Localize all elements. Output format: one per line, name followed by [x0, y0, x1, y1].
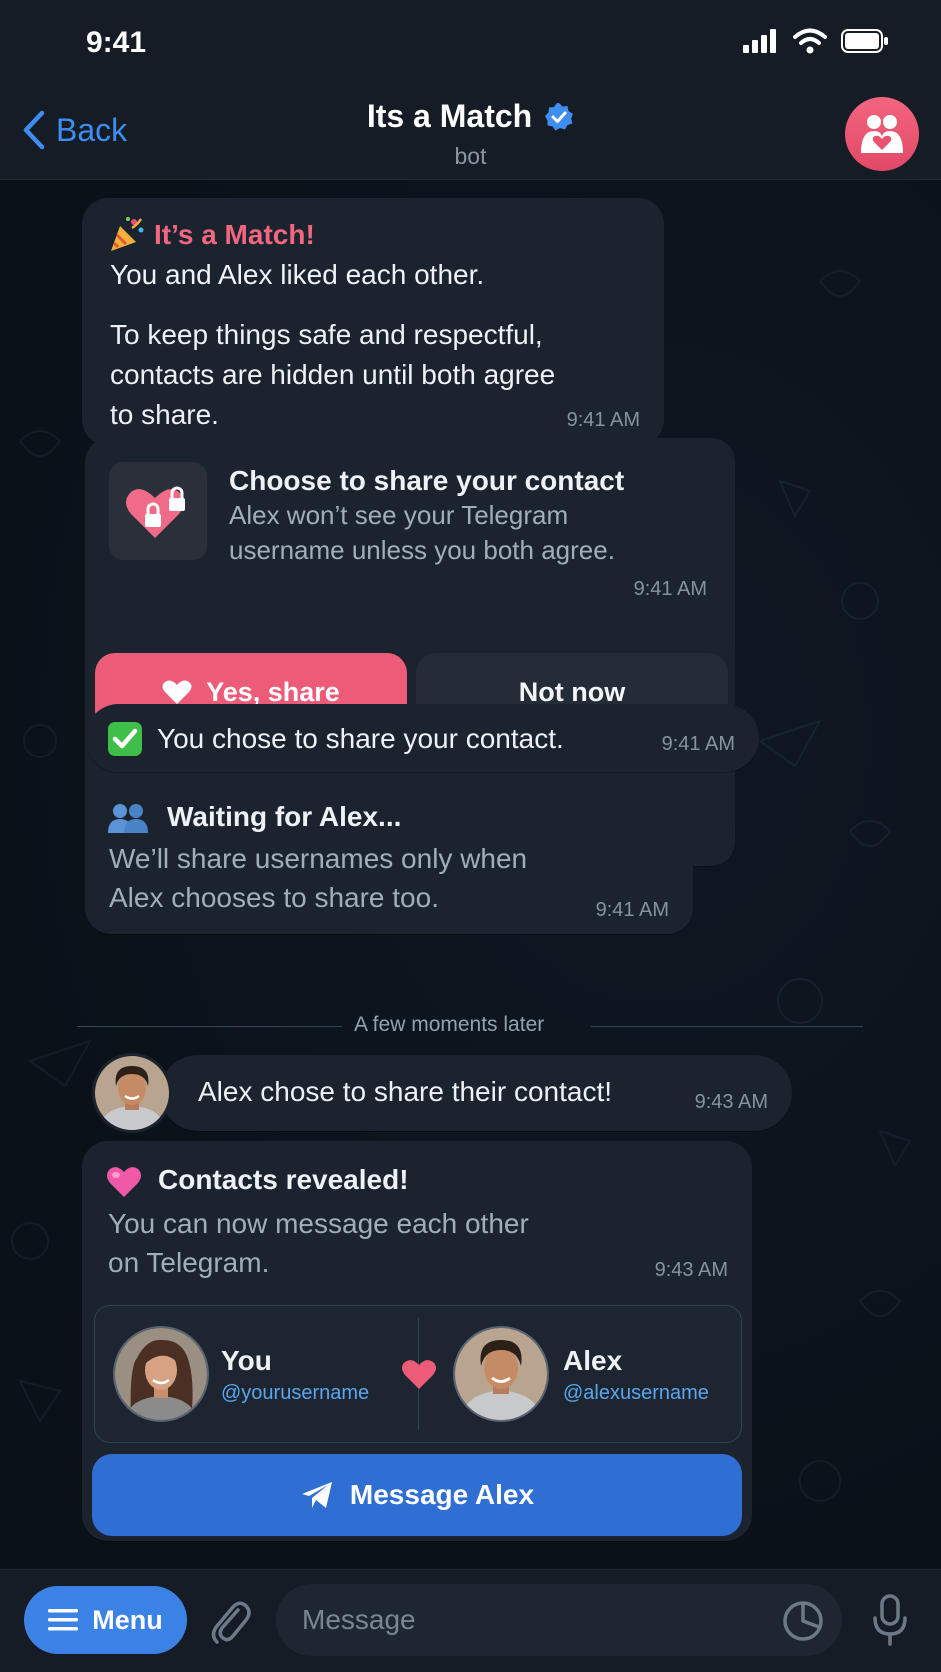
- alex-photo: [95, 1056, 169, 1130]
- revealed-line2: on Telegram.: [108, 1247, 270, 1278]
- menu-button[interactable]: Menu: [24, 1586, 187, 1654]
- chose-share-message: You chose to share your contact. 9:41 AM: [85, 704, 759, 772]
- chat-area[interactable]: It’s a Match! You and Alex liked each ot…: [0, 181, 941, 1569]
- couple-heart-icon: [861, 115, 903, 153]
- send-plane-icon: [301, 1482, 332, 1508]
- input-bar: Menu: [0, 1569, 941, 1672]
- waiting-title: Waiting for Alex...: [167, 801, 402, 832]
- you-avatar[interactable]: [113, 1326, 209, 1422]
- choose-line1: Alex won’t see your Telegram: [229, 500, 569, 530]
- status-time: 9:41: [86, 26, 147, 59]
- message-time: 9:41 AM: [566, 409, 640, 431]
- alex-photo: [455, 1328, 547, 1420]
- heart-icon: [162, 680, 192, 704]
- message-time: 9:43 AM: [654, 1259, 728, 1281]
- microphone-icon[interactable]: [870, 1594, 910, 1646]
- message-alex-label: Message Alex: [349, 1479, 535, 1510]
- match-title: It’s a Match!: [154, 219, 315, 250]
- chat-title: Its a Match: [366, 98, 533, 134]
- match-line3: contacts are hidden until both agree: [110, 359, 556, 390]
- heart-icon: [402, 1360, 436, 1389]
- choose-line2: username unless you both agree.: [229, 535, 615, 565]
- alex-shared-message: Alex chose to share their contact! 9:43 …: [160, 1055, 792, 1131]
- title-block[interactable]: Its a Match bot: [0, 98, 941, 170]
- you-username[interactable]: @yourusername: [221, 1382, 369, 1405]
- you-photo: [115, 1328, 207, 1420]
- divider-line-left: [77, 1026, 342, 1027]
- time-divider: A few moments later: [354, 1013, 545, 1036]
- choose-title: Choose to share your contact: [229, 465, 625, 496]
- menu-label: Menu: [92, 1604, 163, 1635]
- alex-username[interactable]: @alexusername: [563, 1382, 709, 1405]
- contacts-card: You @yourusername Alex @alexusername: [94, 1305, 742, 1443]
- alex-shared-text: Alex chose to share their contact!: [198, 1076, 612, 1107]
- message-time: 9:43 AM: [694, 1091, 768, 1113]
- match-line2: To keep things safe and respectful,: [110, 319, 543, 350]
- yes-share-label: Yes, share: [206, 676, 340, 707]
- bot-avatar[interactable]: [845, 97, 919, 171]
- wifi-icon: [793, 28, 827, 54]
- waiting-line2: Alex chooses to share too.: [109, 882, 439, 913]
- revealed-title: Contacts revealed!: [158, 1164, 409, 1195]
- message-time: 9:41 AM: [661, 733, 735, 755]
- divider-line-right: [591, 1026, 863, 1027]
- check-mark-icon: [108, 722, 142, 756]
- heart-lock-icon: [126, 486, 185, 538]
- verified-badge-icon: [545, 102, 574, 130]
- sticker-icon[interactable]: [782, 1600, 824, 1642]
- battery-icon: [841, 29, 888, 53]
- waiting-line1: We’ll share usernames only when: [109, 843, 528, 874]
- party-popper-icon: [111, 216, 144, 251]
- message-alex-button[interactable]: Message Alex: [92, 1454, 742, 1536]
- people-icon: [108, 804, 148, 833]
- message-input[interactable]: [276, 1584, 842, 1656]
- status-bar: 9:41: [0, 0, 941, 88]
- attach-icon[interactable]: [208, 1598, 252, 1646]
- hamburger-icon: [48, 1609, 79, 1631]
- match-line4: to share.: [110, 399, 219, 430]
- waiting-message: Waiting for Alex... We’ll share username…: [85, 780, 693, 934]
- chat-subtitle: bot: [454, 143, 487, 169]
- alex-name: Alex: [563, 1345, 623, 1376]
- match-message: It’s a Match! You and Alex liked each ot…: [82, 198, 664, 446]
- chose-share-text: You chose to share your contact.: [157, 723, 564, 754]
- contacts-revealed-message: Contacts revealed! You can now message e…: [82, 1141, 752, 1541]
- heart-lock-tile: [109, 462, 207, 560]
- not-now-label: Not now: [518, 676, 626, 707]
- revealed-line1: You can now message each other: [108, 1208, 529, 1239]
- chat-header: Back Its a Match bot: [0, 88, 941, 180]
- alex-avatar[interactable]: [92, 1053, 172, 1133]
- you-name: You: [221, 1345, 272, 1376]
- pink-heart-icon: [107, 1167, 141, 1197]
- message-time: 9:41 AM: [595, 899, 669, 921]
- message-time: 9:41 AM: [633, 578, 707, 600]
- signal-icon: [743, 29, 776, 53]
- match-line1: You and Alex liked each other.: [110, 259, 485, 290]
- alex-card-avatar[interactable]: [453, 1326, 549, 1422]
- status-icons: [743, 28, 889, 54]
